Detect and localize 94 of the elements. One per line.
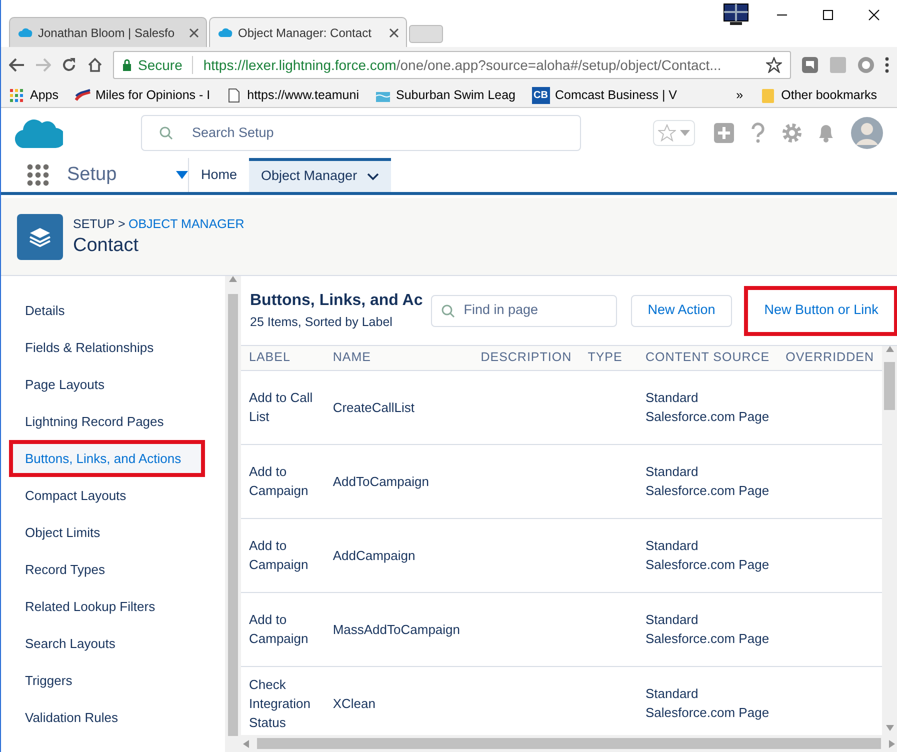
column-header[interactable]: DESCRIPTION: [472, 346, 580, 370]
column-header[interactable]: NAME: [324, 346, 473, 370]
close-icon[interactable]: [389, 28, 399, 38]
folder-icon: [760, 88, 776, 102]
avatar-icon[interactable]: [851, 117, 883, 149]
column-header[interactable]: LABEL: [241, 346, 325, 370]
table-cell: Add to Call List: [249, 390, 313, 424]
extension-icon[interactable]: [857, 56, 875, 74]
scroll-right-icon[interactable]: [889, 740, 895, 748]
cloud-icon: [217, 26, 233, 39]
list-title: Buttons, Links, and Ac: [250, 291, 423, 312]
table-cell: Standard Salesforce.com Page: [645, 686, 770, 720]
item-count: 25 Items, Sorted by Label: [250, 314, 394, 332]
star-icon[interactable]: [766, 57, 782, 73]
table-cell: AddToCampaign: [332, 474, 429, 488]
flag-icon: [74, 88, 90, 102]
sidebar-item[interactable]: Compact Layouts: [1, 477, 225, 514]
back-icon[interactable]: [9, 58, 25, 72]
scrollbar-thumb[interactable]: [884, 362, 895, 410]
cloud-icon: [17, 26, 33, 39]
layers-icon: [29, 226, 51, 246]
sidebar-item[interactable]: Buttons, Links, and Actions: [9, 440, 206, 477]
column-header[interactable]: TYPE: [580, 346, 638, 370]
sidebar-item[interactable]: Search Layouts: [1, 625, 225, 662]
address-bar[interactable]: Secure https://lexer.lightning.force.com/one/one.app?source=aloha#/setup/object/Contact...: [113, 51, 791, 79]
home-icon[interactable]: [87, 57, 103, 73]
reload-icon[interactable]: [61, 57, 77, 73]
table-cell: Add to Campaign: [249, 612, 308, 646]
star-icon: [658, 124, 676, 142]
table-cell: Standard Salesforce.com Page: [645, 538, 770, 572]
scrollbar-thumb[interactable]: [257, 738, 881, 749]
lock-icon: [122, 59, 132, 71]
bookmark-link[interactable]: Apps: [9, 86, 58, 104]
breadcrumb-text: SETUP: [73, 216, 115, 234]
search-field[interactable]: Search Setup: [141, 115, 581, 151]
scroll-up-icon[interactable]: [886, 346, 894, 352]
table-cell: AddCampaign: [332, 548, 416, 562]
bookmark-link[interactable]: Miles for Opinions - I: [74, 86, 210, 104]
table-cell: Standard Salesforce.com Page: [645, 612, 770, 646]
more-bookmarks-button[interactable]: »: [736, 86, 744, 104]
sidebar-item[interactable]: Triggers: [1, 662, 225, 699]
table-cell: CreateCallList: [332, 400, 414, 414]
caret-icon: [680, 130, 690, 136]
bookmark-link[interactable]: Suburban Swim Leag: [374, 86, 516, 104]
breadcrumb-link[interactable]: OBJECT MANAGER: [128, 215, 244, 234]
sidebar-item[interactable]: Object Limits: [1, 514, 225, 551]
action-button[interactable]: New Action: [630, 294, 732, 326]
extension-icon[interactable]: [801, 56, 819, 74]
app-launcher-icon[interactable]: [27, 164, 49, 186]
page-title: Contact: [73, 234, 140, 258]
sidebar-item[interactable]: Validation Rules: [1, 699, 225, 736]
sidebar-item[interactable]: Fields & Relationships: [1, 329, 225, 366]
nav-tab[interactable]: Home: [189, 158, 250, 192]
sidebar-item[interactable]: Page Layouts: [1, 366, 225, 403]
table-cell: Standard Salesforce.com Page: [645, 464, 770, 498]
monitor-icon: [722, 3, 750, 27]
apps-grid-icon: [9, 88, 25, 102]
breadcrumb-separator: >: [118, 216, 126, 234]
sidebar-item[interactable]: Lightning Record Pages: [1, 403, 225, 440]
table-cell: Check Integration Status: [249, 676, 310, 730]
table-cell: XClean: [332, 696, 376, 710]
favorites-button[interactable]: [652, 120, 694, 146]
security-label: Secure: [138, 56, 182, 74]
find-field[interactable]: Find in page: [430, 294, 617, 326]
page-icon: [226, 88, 242, 102]
close-icon[interactable]: [868, 9, 880, 21]
table-cell: Standard Salesforce.com Page: [645, 390, 770, 424]
column-header[interactable]: OVERRIDDEN: [778, 346, 882, 370]
url-text: https://lexer.lightning.force.com/one/one.app?source=aloha#/setup/object/Contact...: [203, 56, 722, 75]
maximize-icon[interactable]: [822, 9, 834, 21]
sidebar-item[interactable]: Record Types: [1, 551, 225, 588]
sidebar-item[interactable]: Details: [1, 292, 225, 329]
bookmark-folder[interactable]: Other bookmarks: [760, 86, 877, 104]
gear-icon[interactable]: [781, 122, 803, 144]
app-name: Setup: [67, 162, 118, 187]
table-cell: Add to Campaign: [249, 538, 308, 572]
scroll-down-icon[interactable]: [886, 725, 894, 731]
browser-tab[interactable]: Jonathan Bloom | Salesfo: [9, 17, 207, 47]
bookmark-link[interactable]: https://www.teamuni: [226, 86, 359, 104]
forward-icon: [35, 58, 51, 72]
nav-tab[interactable]: Object Manager: [249, 158, 392, 192]
action-button[interactable]: New Button or Link: [744, 286, 897, 336]
caret-icon[interactable]: [176, 171, 188, 179]
new-tab-button[interactable]: [409, 25, 443, 43]
table-cell: Add to Campaign: [249, 464, 308, 498]
sidebar-item[interactable]: Related Lookup Filters: [1, 588, 225, 625]
browser-tab[interactable]: Object Manager: Contact: [209, 17, 407, 47]
scrollbar-thumb[interactable]: [228, 294, 238, 736]
scroll-left-icon[interactable]: [243, 740, 249, 748]
add-icon[interactable]: [713, 122, 735, 144]
table-cell: MassAddToCampaign: [332, 622, 460, 636]
bookmark-link[interactable]: CB Comcast Business | V: [532, 86, 678, 104]
column-header[interactable]: CONTENT SOURCE: [637, 346, 778, 370]
menu-icon[interactable]: [885, 57, 889, 73]
